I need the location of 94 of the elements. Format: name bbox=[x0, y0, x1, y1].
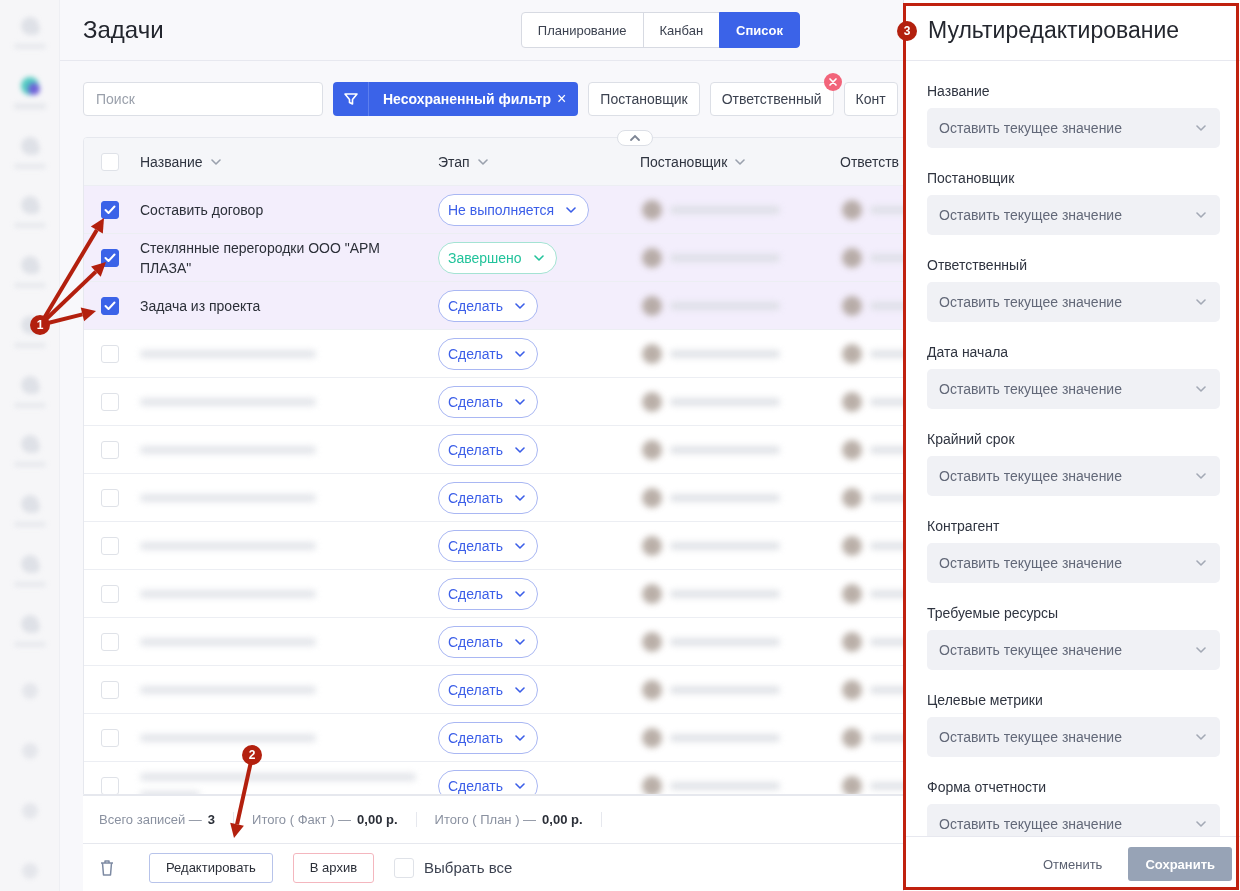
check-icon bbox=[104, 252, 116, 263]
view-tab[interactable]: Канбан bbox=[642, 12, 721, 48]
chevron-down-icon bbox=[514, 590, 525, 597]
chevron-down-icon bbox=[514, 686, 525, 693]
total-value: 0,00 р. bbox=[542, 812, 583, 827]
select-field[interactable]: Оставить текущее значение bbox=[927, 195, 1220, 235]
chevron-down-icon bbox=[514, 350, 525, 357]
select-field[interactable]: Оставить текущее значение bbox=[927, 282, 1220, 322]
stage-dropdown[interactable]: Сделать bbox=[438, 673, 538, 706]
total-label: Итого ( Факт ) — bbox=[252, 812, 352, 827]
field-label: Требуемые ресурсы bbox=[927, 604, 1060, 622]
stage-dropdown[interactable]: Сделать bbox=[438, 481, 538, 514]
select-field[interactable]: Оставить текущее значение bbox=[927, 456, 1220, 496]
chevron-down-icon bbox=[514, 734, 525, 741]
chevron-down-icon bbox=[1196, 560, 1206, 566]
select-field[interactable]: Оставить текущее значение bbox=[927, 630, 1220, 670]
chevron-down-icon bbox=[514, 302, 525, 309]
chevron-down-icon bbox=[514, 638, 525, 645]
filter-chip[interactable]: Ответственный bbox=[709, 81, 834, 116]
stage-dropdown[interactable]: Сделать bbox=[438, 769, 538, 794]
checkbox[interactable] bbox=[101, 200, 119, 219]
checkbox-label[interactable]: Выбрать все bbox=[424, 859, 513, 876]
collapse-button[interactable] bbox=[617, 130, 653, 146]
active-filter-button[interactable]: Несохраненный фильтр × bbox=[333, 81, 579, 116]
stage-dropdown[interactable]: Сделать bbox=[438, 385, 538, 418]
chevron-down-icon bbox=[514, 542, 525, 549]
close-icon[interactable]: × bbox=[556, 89, 579, 108]
trash-icon bbox=[99, 858, 115, 877]
column-header[interactable]: Этап bbox=[438, 153, 470, 170]
chevron-down-icon bbox=[1196, 734, 1206, 740]
stage-dropdown[interactable]: Сделать bbox=[438, 289, 538, 322]
edit-button[interactable]: Редактировать bbox=[149, 852, 273, 883]
select-field[interactable]: Оставить текущее значение bbox=[927, 543, 1220, 583]
checkbox[interactable] bbox=[101, 248, 119, 267]
filter-label: Несохраненный фильтр bbox=[382, 90, 552, 107]
task-name[interactable]: Стеклянные перегородки ООО "АРМ ПЛАЗА" bbox=[140, 237, 432, 278]
stage-dropdown[interactable]: Сделать bbox=[438, 721, 538, 754]
select-field[interactable]: Оставить текущее значение bbox=[927, 369, 1220, 409]
sort-icon bbox=[477, 158, 488, 165]
view-tab[interactable]: Планирование bbox=[520, 12, 644, 48]
task-name[interactable]: Задача из проекта bbox=[140, 295, 261, 316]
stage-dropdown[interactable]: Сделать bbox=[438, 433, 538, 466]
field-label: Целевые метрики bbox=[927, 691, 1044, 709]
select-field[interactable]: Оставить текущее значение bbox=[927, 717, 1220, 757]
stage-dropdown[interactable]: Сделать bbox=[438, 529, 538, 562]
filter-icon bbox=[342, 90, 359, 107]
stage-dropdown[interactable]: Сделать bbox=[438, 577, 538, 610]
column-header[interactable]: Постановщик bbox=[640, 153, 728, 170]
field-label: Название bbox=[927, 82, 991, 100]
stage-dropdown[interactable]: Не выполняется bbox=[438, 193, 589, 226]
field-label: Ответственный bbox=[927, 256, 1028, 274]
chevron-down-icon bbox=[1196, 299, 1206, 305]
total-value: 3 bbox=[207, 812, 216, 827]
field-label: Контрагент bbox=[927, 517, 1001, 535]
chevron-down-icon bbox=[514, 398, 525, 405]
chevron-down-icon bbox=[514, 782, 525, 789]
field-label: Постановщик bbox=[927, 169, 1016, 187]
total-label: Всего записей — bbox=[99, 812, 202, 827]
stage-dropdown[interactable]: Сделать bbox=[438, 337, 538, 370]
chevron-down-icon bbox=[514, 494, 525, 501]
cancel-button[interactable]: Отменить bbox=[1037, 855, 1109, 873]
select-field[interactable]: Оставить текущее значение bbox=[927, 108, 1220, 148]
chevron-down-icon bbox=[533, 254, 544, 261]
filter-chip[interactable]: Конт bbox=[843, 81, 898, 116]
field-label: Форма отчетности bbox=[927, 778, 1048, 796]
check-icon bbox=[104, 204, 116, 215]
sort-icon bbox=[735, 158, 746, 165]
field-label: Дата начала bbox=[927, 343, 1010, 361]
chevron-down-icon bbox=[566, 206, 576, 213]
filter-chip[interactable]: Постановщик bbox=[588, 81, 700, 116]
search-field[interactable]: Поиск bbox=[83, 81, 323, 116]
chevron-down-icon bbox=[514, 446, 525, 453]
archive-button[interactable]: В архив bbox=[292, 852, 375, 883]
page-title: Задачи bbox=[83, 16, 165, 44]
total-value: 0,00 р. bbox=[357, 812, 398, 827]
delete-button[interactable] bbox=[99, 858, 115, 877]
task-name[interactable]: Составить договор bbox=[140, 199, 264, 220]
field-label: Крайний срок bbox=[927, 430, 1016, 448]
checkbox[interactable] bbox=[101, 296, 119, 315]
total-label: Итого ( План ) — bbox=[434, 812, 537, 827]
column-header[interactable]: Название bbox=[140, 153, 203, 170]
select-field[interactable]: Оставить текущее значение bbox=[927, 804, 1220, 836]
chevron-down-icon bbox=[1196, 386, 1206, 392]
stage-dropdown[interactable]: Сделать bbox=[438, 625, 538, 658]
chevron-down-icon bbox=[1196, 473, 1206, 479]
view-tab[interactable]: Список bbox=[719, 12, 800, 48]
sort-icon bbox=[210, 158, 221, 165]
chevron-down-icon bbox=[1196, 647, 1206, 653]
check-icon bbox=[104, 300, 116, 311]
chevron-down-icon bbox=[1196, 821, 1206, 827]
chevron-down-icon bbox=[1196, 212, 1206, 218]
chevron-up-icon bbox=[629, 134, 641, 142]
chevron-down-icon bbox=[1196, 125, 1206, 131]
column-header[interactable]: Ответств bbox=[840, 153, 899, 170]
